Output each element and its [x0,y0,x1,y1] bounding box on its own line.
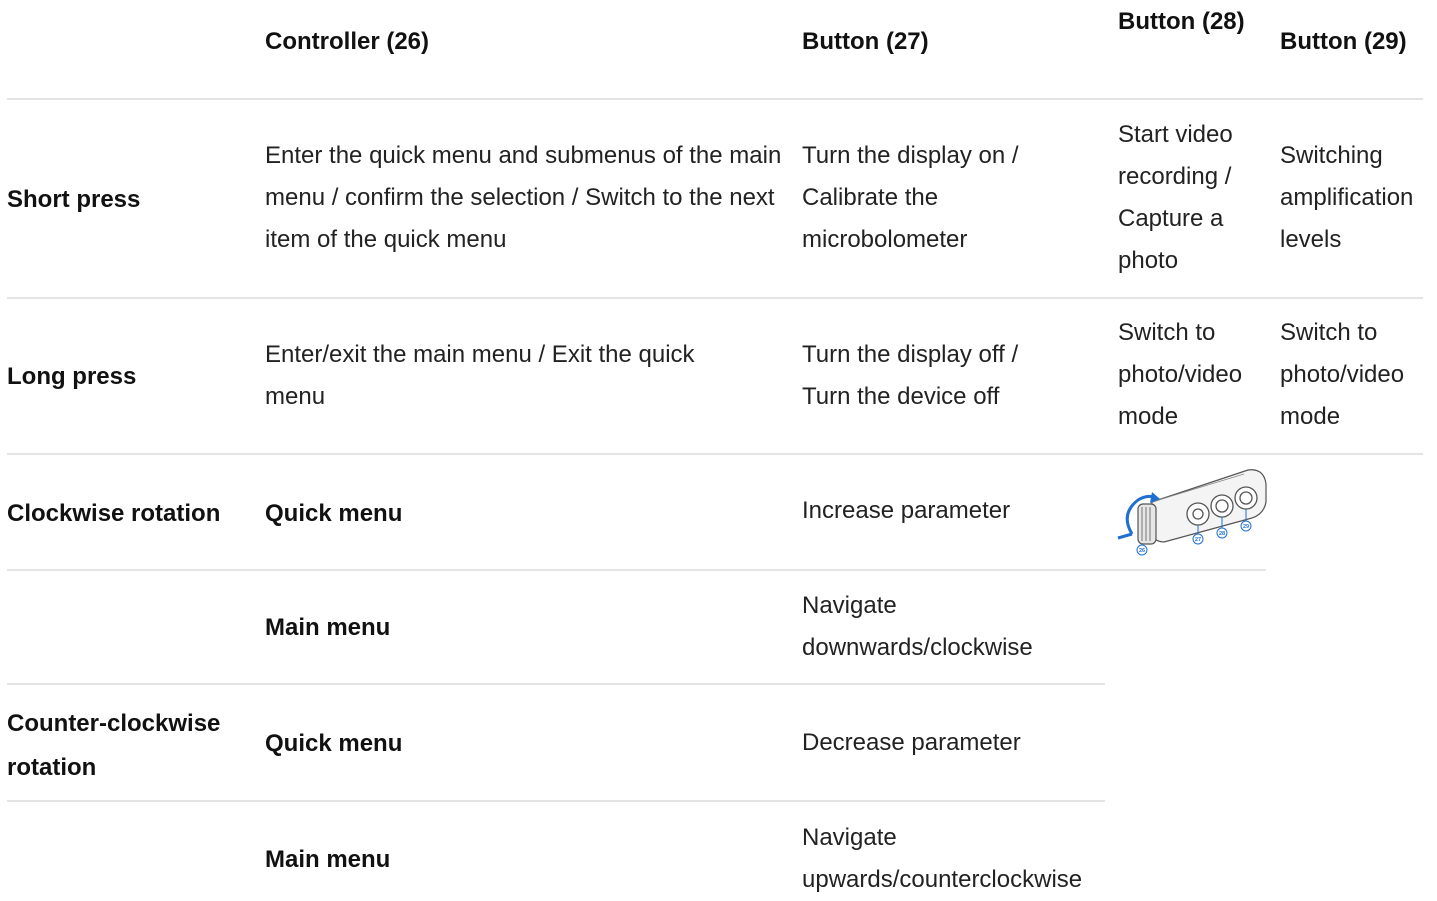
header-controller: Controller (26) [265,28,430,55]
short-press-button-27: Turn the display on / Calibrate the micr… [802,142,1019,253]
row-divider [7,297,1423,299]
short-press-controller: Enter the quick menu and submenus of the… [265,142,782,253]
row-label-short-press: Short press [7,186,141,213]
short-press-button-29: Switching amplification levels [1280,142,1414,253]
callout-28-label: 28 [1219,531,1225,537]
clockwise-quick-menu: Quick menu [265,500,403,527]
row-label-counter-clockwise: Counter-clockwise rotation [7,710,221,781]
counter-clockwise-quick-action: Decrease parameter [802,729,1021,756]
device-controls-diagram: 26 27 28 29 [1117,469,1267,556]
clockwise-main-action: Navigate downwards/clockwise [802,592,1033,661]
callout-29-label: 29 [1243,524,1249,530]
button-28-shape [1210,494,1234,518]
long-press-button-29: Switch to photo/video mode [1280,319,1405,430]
callout-27-label: 27 [1195,537,1201,543]
counter-clockwise-main-action: Navigate upwards/counterclockwise [802,824,1083,893]
long-press-button-28: Switch to photo/video mode [1118,319,1243,430]
header-button-29: Button (29) [1280,28,1407,55]
counter-clockwise-quick-menu: Quick menu [265,730,403,757]
short-press-button-28: Start video recording / Capture a photo [1118,121,1233,274]
button-29-shape [1234,486,1258,510]
header-button-28: Button (28) [1118,8,1245,35]
counter-clockwise-main-menu: Main menu [265,846,391,873]
row-divider [7,98,1423,100]
row-divider [7,683,1105,685]
header-button-27: Button (27) [802,28,929,55]
clockwise-quick-action: Increase parameter [802,497,1011,524]
controller-knob [1137,503,1157,545]
button-27-shape [1186,502,1210,526]
row-divider [7,800,1105,802]
press-arrow-icon [1117,532,1133,540]
callout-26-label: 26 [1139,548,1145,554]
row-divider [7,453,1423,455]
row-divider [7,569,1266,571]
row-label-long-press: Long press [7,363,137,390]
long-press-button-27: Turn the display off / Turn the device o… [802,341,1019,410]
clockwise-main-menu: Main menu [265,614,391,641]
long-press-controller: Enter/exit the main menu / Exit the quic… [265,341,695,410]
row-label-clockwise: Clockwise rotation [7,500,221,527]
